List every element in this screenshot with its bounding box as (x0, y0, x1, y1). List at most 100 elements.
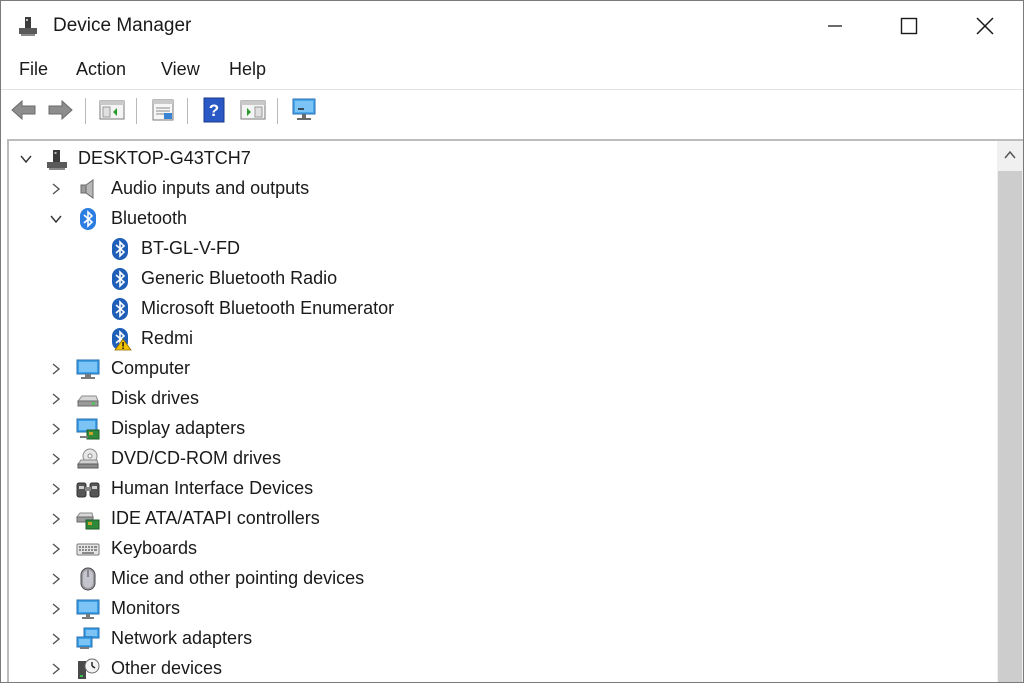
minimize-icon (828, 25, 842, 27)
chevron-down-icon[interactable] (19, 152, 33, 166)
show-hide-console-tree-icon (99, 100, 125, 120)
tree-item-monitors[interactable]: Monitors (9, 594, 995, 624)
bluetooth-device-icon (112, 298, 128, 320)
chevron-right-icon[interactable] (49, 422, 63, 436)
chevron-right-icon[interactable] (49, 452, 63, 466)
toolbar-separator (85, 98, 86, 124)
computer-root-icon (47, 150, 67, 170)
vertical-scrollbar[interactable] (997, 141, 1023, 682)
keyboard-icon (76, 543, 100, 556)
tree-child-label: BT-GL-V-FD (141, 238, 241, 258)
menu-bar: File Action View Help (1, 53, 1023, 87)
action-pane-icon (240, 100, 266, 120)
show-hide-console-tree-button[interactable] (97, 96, 127, 124)
tree-item-other-devices[interactable]: Other devices (9, 654, 995, 682)
svg-text:?: ? (209, 101, 219, 120)
tree-item-computer[interactable]: Computer (9, 354, 995, 384)
device-manager-window: Device Manager File Action View Help ? D… (0, 0, 1024, 683)
back-button[interactable] (9, 96, 39, 124)
menu-view[interactable]: View (161, 59, 200, 80)
device-manager-app-icon (17, 14, 39, 38)
tree-child-label: Microsoft Bluetooth Enumerator (141, 298, 395, 318)
tree-item-label: IDE ATA/ATAPI controllers (111, 508, 320, 528)
speaker-icon (80, 179, 94, 199)
tree-item-label: Bluetooth (111, 208, 188, 228)
chevron-right-icon[interactable] (49, 392, 63, 406)
hid-icon (76, 482, 100, 498)
help-button[interactable]: ? (199, 96, 229, 124)
menu-help[interactable]: Help (229, 59, 266, 80)
tree-child-redmi[interactable]: Redmi (9, 324, 995, 354)
forward-arrow-icon (48, 99, 73, 121)
tree-item-network-adapters[interactable]: Network adapters (9, 624, 995, 654)
tree-item-label: Other devices (111, 658, 223, 678)
tree-root-label: DESKTOP-G43TCH7 (78, 148, 251, 168)
toolbar-separator (277, 98, 278, 124)
toolbar: ? (1, 89, 1023, 130)
tree-root[interactable]: DESKTOP-G43TCH7 (9, 144, 995, 174)
chevron-right-icon[interactable] (49, 512, 63, 526)
disk-drive-icon (76, 395, 99, 407)
chevron-right-icon[interactable] (49, 542, 63, 556)
tree-item-label: Keyboards (111, 538, 198, 558)
bluetooth-device-icon (112, 238, 128, 260)
display-adapter-icon (76, 418, 100, 440)
toolbar-separator (136, 98, 137, 124)
maximize-button[interactable] (871, 1, 947, 51)
tree-item-keyboards[interactable]: Keyboards (9, 534, 995, 564)
help-icon: ? (203, 97, 225, 123)
maximize-icon (900, 17, 918, 35)
tree-child-label: Generic Bluetooth Radio (141, 268, 338, 288)
tree-item-dvd-cd-rom-drives[interactable]: DVD/CD-ROM drives (9, 444, 995, 474)
toolbar-separator (187, 98, 188, 124)
ide-controller-icon (76, 512, 100, 530)
chevron-right-icon[interactable] (49, 482, 63, 496)
mouse-icon (80, 567, 96, 591)
chevron-right-icon[interactable] (49, 182, 63, 196)
tree-item-ide-ata-atapi-controllers[interactable]: IDE ATA/ATAPI controllers (9, 504, 995, 534)
chevron-down-icon[interactable] (49, 212, 63, 226)
chevron-right-icon[interactable] (49, 602, 63, 616)
tree-item-label: Display adapters (111, 418, 246, 438)
tree-item-label: Monitors (111, 598, 181, 618)
tree-item-mice-and-other-pointing-devices[interactable]: Mice and other pointing devices (9, 564, 995, 594)
tree-item-label: Network adapters (111, 628, 253, 648)
tree-item-label: Computer (111, 358, 191, 378)
tree-item-disk-drives[interactable]: Disk drives (9, 384, 995, 414)
title-bar: Device Manager (1, 1, 1023, 51)
chevron-right-icon[interactable] (49, 572, 63, 586)
tree-item-label: Mice and other pointing devices (111, 568, 365, 588)
tree-item-bluetooth[interactable]: Bluetooth (9, 204, 995, 234)
tree-item-label: Human Interface Devices (111, 478, 314, 498)
tree-item-label: DVD/CD-ROM drives (111, 448, 282, 468)
chevron-right-icon[interactable] (49, 632, 63, 646)
properties-button[interactable] (148, 96, 178, 124)
device-tree: DESKTOP-G43TCH7 Audio inputs and outputs… (7, 139, 1023, 682)
back-arrow-icon (11, 99, 36, 121)
tree-child-microsoft-bluetooth-enumerator[interactable]: Microsoft Bluetooth Enumerator (9, 294, 995, 324)
other-devices-icon (78, 658, 100, 679)
menu-file[interactable]: File (19, 59, 48, 80)
action-pane-button[interactable] (238, 96, 268, 124)
window-title: Device Manager (53, 15, 192, 36)
close-button[interactable] (947, 1, 1023, 51)
tree-child-bt-gl-v-fd[interactable]: BT-GL-V-FD (9, 234, 995, 264)
scroll-up-button[interactable] (997, 141, 1023, 169)
tree-child-generic-bluetooth-radio[interactable]: Generic Bluetooth Radio (9, 264, 995, 294)
scroll-thumb[interactable] (998, 171, 1022, 682)
scan-hardware-button[interactable] (289, 96, 319, 124)
bluetooth-warning-icon (112, 328, 132, 351)
chevron-right-icon[interactable] (49, 362, 63, 376)
tree-item-human-interface-devices[interactable]: Human Interface Devices (9, 474, 995, 504)
properties-icon (152, 99, 174, 121)
tree-item-label: Disk drives (111, 388, 200, 408)
bluetooth-icon (80, 208, 96, 230)
tree-item-label: Audio inputs and outputs (111, 178, 310, 198)
tree-item-audio[interactable]: Audio inputs and outputs (9, 174, 995, 204)
chevron-right-icon[interactable] (49, 662, 63, 676)
menu-action[interactable]: Action (76, 59, 126, 80)
dvd-drive-icon (77, 448, 99, 469)
minimize-button[interactable] (797, 1, 873, 51)
forward-button[interactable] (45, 96, 75, 124)
tree-item-display-adapters[interactable]: Display adapters (9, 414, 995, 444)
